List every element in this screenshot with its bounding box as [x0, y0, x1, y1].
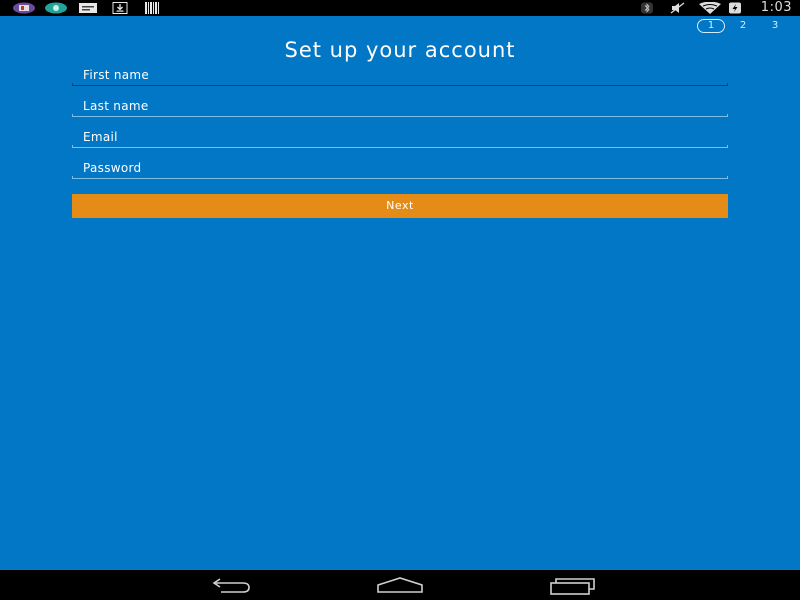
status-clock: 1:03: [760, 0, 792, 15]
email-label: Email: [83, 130, 118, 144]
step-1: 1: [697, 19, 725, 33]
recents-icon[interactable]: [548, 576, 596, 596]
email-field[interactable]: Email: [72, 130, 728, 148]
messages-icon: [78, 2, 98, 14]
mute-icon: [670, 2, 686, 14]
step-2: 2: [739, 20, 747, 31]
battery-charging-icon: [728, 2, 742, 14]
navigation-bar: [0, 570, 800, 600]
chat-icon: [44, 2, 68, 14]
wifi-icon: [698, 2, 722, 14]
step-3: 3: [771, 20, 779, 31]
first-name-field[interactable]: First name: [72, 68, 728, 86]
password-underline: [72, 178, 728, 179]
password-label: Password: [83, 161, 142, 175]
first-name-label: First name: [83, 68, 150, 82]
next-button[interactable]: Next: [72, 194, 728, 218]
back-icon[interactable]: [205, 576, 253, 596]
last-name-field[interactable]: Last name: [72, 99, 728, 117]
app-icon: [12, 2, 36, 14]
email-underline: [72, 147, 728, 148]
password-field[interactable]: Password: [72, 161, 728, 179]
download-icon: [112, 2, 128, 14]
first-name-underline: [72, 85, 728, 86]
last-name-label: Last name: [83, 99, 149, 113]
home-icon[interactable]: [376, 576, 424, 596]
status-bar: 1:03: [0, 0, 800, 16]
bluetooth-icon: [640, 2, 654, 14]
last-name-underline: [72, 116, 728, 117]
barcode-icon: [144, 2, 160, 14]
page-title: Set up your account: [284, 38, 516, 62]
